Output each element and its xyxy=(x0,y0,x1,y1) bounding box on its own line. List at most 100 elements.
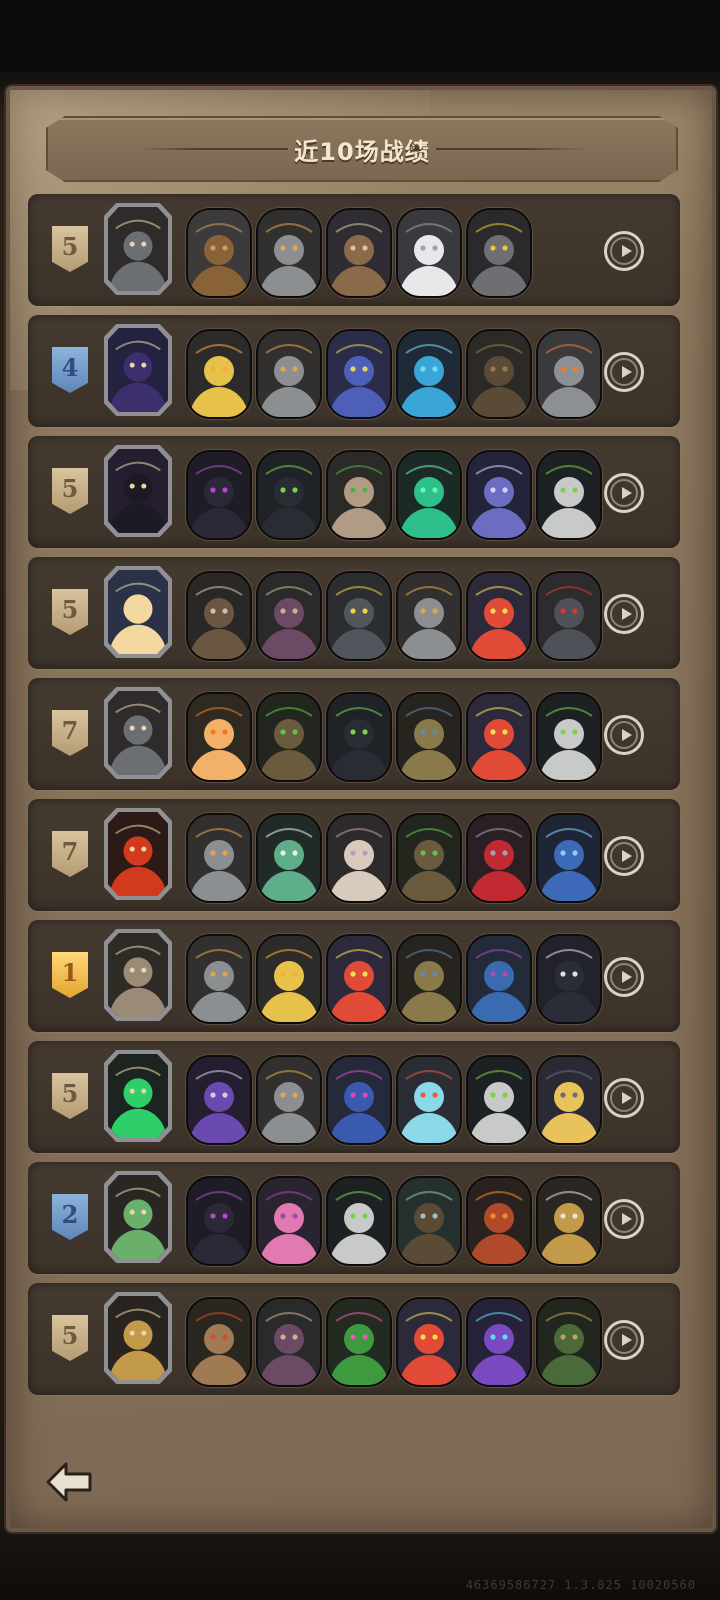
skeleton-scythe-icon[interactable] xyxy=(326,1176,392,1266)
corrupted-tree-hero-icon xyxy=(108,1054,168,1138)
tomato-man-icon[interactable] xyxy=(326,934,392,1024)
pumpkin-girl-icon[interactable] xyxy=(186,692,252,782)
replay-button[interactable] xyxy=(604,231,644,271)
green-goblin-icon[interactable] xyxy=(256,813,322,903)
bat-witch-hero-icon xyxy=(108,328,168,412)
white-cannon-icon[interactable] xyxy=(396,208,462,298)
skeleton-scythe-icon[interactable] xyxy=(536,450,602,540)
cannon-bot-icon[interactable] xyxy=(256,208,322,298)
clock-monster-icon[interactable] xyxy=(536,1176,602,1266)
hero-portrait[interactable] xyxy=(104,203,172,295)
match-row: 4 xyxy=(28,315,680,427)
match-list: 5 4 5 5 7 7 1 5 2 5 xyxy=(28,194,680,1404)
tomato-man-icon[interactable] xyxy=(466,571,532,661)
tomato-man-icon[interactable] xyxy=(466,692,532,782)
play-icon xyxy=(622,1334,632,1346)
team-units xyxy=(186,1176,606,1266)
hero-portrait[interactable] xyxy=(104,929,172,1021)
cannon-bot-icon[interactable] xyxy=(256,1055,322,1145)
play-icon xyxy=(622,729,632,741)
purple-reaper-icon[interactable] xyxy=(186,1055,252,1145)
alice-hero-icon xyxy=(108,570,168,654)
cannon-bot-icon[interactable] xyxy=(256,329,322,419)
desert-bandit-icon[interactable] xyxy=(326,208,392,298)
ghost-ship-icon[interactable] xyxy=(396,1176,462,1266)
blue-witch-icon[interactable] xyxy=(466,450,532,540)
team-units xyxy=(186,329,606,419)
fish-bowl-bot-icon[interactable] xyxy=(396,1055,462,1145)
match-row: 5 xyxy=(28,194,680,306)
status-bar xyxy=(0,0,720,72)
hero-portrait[interactable] xyxy=(104,324,172,416)
replay-button[interactable] xyxy=(604,957,644,997)
hero-portrait[interactable] xyxy=(104,808,172,900)
straw-hat-farmer-icon[interactable] xyxy=(396,692,462,782)
cannon-bot-icon[interactable] xyxy=(396,571,462,661)
replay-button[interactable] xyxy=(604,1199,644,1239)
back-button[interactable] xyxy=(44,1460,96,1504)
hooded-reaper-icon[interactable] xyxy=(326,692,392,782)
vampire-lady-icon[interactable] xyxy=(466,813,532,903)
back-arrow-icon xyxy=(46,1462,92,1502)
replay-button[interactable] xyxy=(604,1078,644,1118)
rank-badge: 2 xyxy=(52,1194,88,1240)
play-icon xyxy=(622,1213,632,1225)
cannon-bot-icon[interactable] xyxy=(186,934,252,1024)
cheese-bot-icon[interactable] xyxy=(186,329,252,419)
play-icon xyxy=(622,245,632,257)
match-row: 1 xyxy=(28,920,680,1032)
replay-button[interactable] xyxy=(604,594,644,634)
replay-button[interactable] xyxy=(604,473,644,513)
hero-portrait[interactable] xyxy=(104,1171,172,1263)
hooded-reaper-icon[interactable] xyxy=(256,450,322,540)
blonde-priest-icon[interactable] xyxy=(536,1055,602,1145)
pink-doll-icon[interactable] xyxy=(256,1176,322,1266)
armored-knight-icon[interactable] xyxy=(536,571,602,661)
tree-ent-icon[interactable] xyxy=(256,692,322,782)
replay-button[interactable] xyxy=(604,1320,644,1360)
hero-portrait[interactable] xyxy=(104,566,172,658)
tree-ent-icon[interactable] xyxy=(396,813,462,903)
match-row: 2 xyxy=(28,1162,680,1274)
ice-sprite-icon[interactable] xyxy=(396,329,462,419)
heart-robot-icon[interactable] xyxy=(536,329,602,419)
old-woman-icon[interactable] xyxy=(326,450,392,540)
wooden-totem-icon[interactable] xyxy=(466,329,532,419)
hero-portrait[interactable] xyxy=(104,1292,172,1384)
top-hat-gentleman-icon[interactable] xyxy=(536,934,602,1024)
mouse-pot-icon[interactable] xyxy=(326,813,392,903)
straw-hat-farmer-icon[interactable] xyxy=(396,934,462,1024)
lightning-turret-icon[interactable] xyxy=(466,208,532,298)
fire-demon-hero-icon xyxy=(108,812,168,896)
cheese-bot-icon[interactable] xyxy=(256,934,322,1024)
goblin-witch-hero-icon xyxy=(108,1175,168,1259)
blue-dragon-icon[interactable] xyxy=(326,329,392,419)
tomato-man-icon[interactable] xyxy=(396,1297,462,1387)
axe-warrior-icon[interactable] xyxy=(186,571,252,661)
dark-lord-icon[interactable] xyxy=(186,450,252,540)
replay-button[interactable] xyxy=(604,352,644,392)
replay-button[interactable] xyxy=(604,715,644,755)
iron-furnace-icon[interactable] xyxy=(326,571,392,661)
stone-golem-icon[interactable] xyxy=(186,1297,252,1387)
clock-tower-hero-icon xyxy=(108,1296,168,1380)
lava-golem-icon[interactable] xyxy=(466,1176,532,1266)
cactus-buddy-icon[interactable] xyxy=(326,1297,392,1387)
replay-button[interactable] xyxy=(604,836,644,876)
spiked-dragon-icon[interactable] xyxy=(326,1055,392,1145)
blue-flower-beast-icon[interactable] xyxy=(536,813,602,903)
purple-archer-icon[interactable] xyxy=(466,1297,532,1387)
mushroom-beast-icon[interactable] xyxy=(256,1297,322,1387)
hero-portrait[interactable] xyxy=(104,445,172,537)
hero-portrait[interactable] xyxy=(104,687,172,779)
hero-portrait[interactable] xyxy=(104,1050,172,1142)
ruined-tank-icon[interactable] xyxy=(186,208,252,298)
horned-demon-icon[interactable] xyxy=(536,1297,602,1387)
mushroom-beast-icon[interactable] xyxy=(256,571,322,661)
skeleton-scythe-icon[interactable] xyxy=(536,692,602,782)
skeleton-scythe-icon[interactable] xyxy=(466,1055,532,1145)
dark-lord-icon[interactable] xyxy=(186,1176,252,1266)
cannon-bot-icon[interactable] xyxy=(186,813,252,903)
elf-sorceress-icon[interactable] xyxy=(466,934,532,1024)
green-spirit-icon[interactable] xyxy=(396,450,462,540)
